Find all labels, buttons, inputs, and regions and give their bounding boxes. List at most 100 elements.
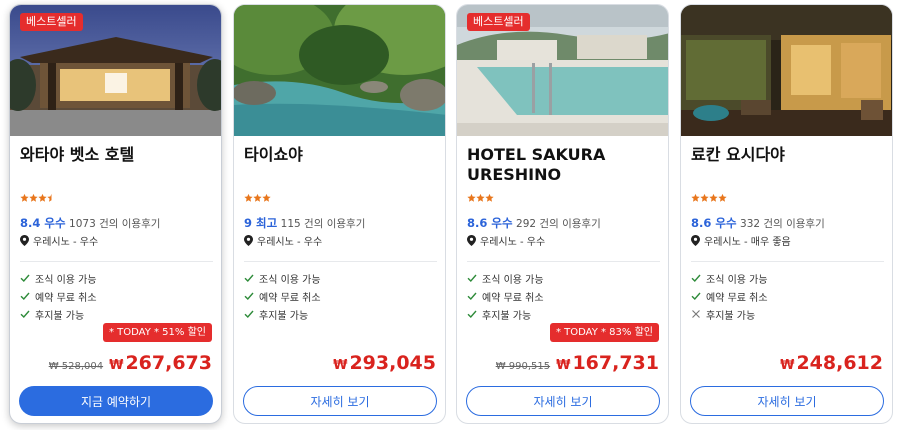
view-details-button[interactable]: 자세히 보기 — [243, 386, 437, 416]
hotel-photo[interactable] — [681, 5, 892, 136]
original-price: ₩ 528,004 — [48, 361, 104, 372]
divider — [467, 261, 660, 262]
deal-badge: * TODAY * 51% 할인 — [102, 323, 212, 342]
review-rating: 9 최고 115 건의 이용후기 — [244, 215, 365, 231]
star-rating — [20, 193, 56, 203]
cross-icon — [692, 310, 700, 318]
check-icon — [244, 310, 254, 319]
feature-item: 조식 이용 가능 — [467, 269, 544, 287]
feature-label: 예약 무료 취소 — [259, 292, 321, 304]
location: 우레시노 - 매우 좋음 — [691, 233, 791, 248]
hotel-name[interactable]: HOTEL SAKURA URESHINO — [467, 145, 663, 185]
check-icon — [467, 274, 477, 283]
review-rating: 8.6 우수 292 건의 이용후기 — [467, 215, 601, 231]
star-half-icon — [47, 193, 52, 202]
view-details-button[interactable]: 자세히 보기 — [466, 386, 660, 416]
star-icon — [709, 193, 718, 202]
currency-symbol: ₩ — [333, 358, 348, 373]
check-icon — [244, 292, 254, 301]
star-icon — [253, 193, 262, 202]
current-price: ₩248,612 — [780, 352, 883, 374]
review-count: 115 건의 이용후기 — [280, 218, 366, 230]
hotel-photo[interactable]: 베스트셀러 — [10, 5, 221, 136]
star-rating — [244, 193, 271, 203]
review-count: 1073 건의 이용후기 — [69, 218, 161, 230]
feature-item: 예약 무료 취소 — [467, 287, 544, 305]
currency-symbol: ₩ — [109, 358, 124, 373]
hotel-card[interactable]: 베스트셀러 HOTEL SAKURA URESHINO 8.6 우수 292 건… — [456, 4, 669, 424]
location: 우레시노 - 우수 — [467, 233, 545, 248]
check-icon — [467, 310, 477, 319]
feature-list: 조식 이용 가능예약 무료 취소후지불 가능 — [691, 269, 768, 323]
location-text: 우레시노 - 우수 — [257, 237, 323, 248]
map-pin-icon — [691, 235, 700, 246]
feature-item: 후지불 가능 — [20, 305, 97, 323]
feature-label: 조식 이용 가능 — [35, 274, 97, 286]
hotel-card[interactable]: 베스트셀러 와타야 벳소 호텔 8.4 우수 1073 건의 이용후기 우레시노… — [9, 4, 222, 424]
check-icon — [467, 292, 477, 301]
feature-label: 후지불 가능 — [706, 310, 756, 322]
hotel-photo[interactable]: 베스트셀러 — [457, 5, 668, 136]
feature-item: 후지불 가능 — [691, 305, 768, 323]
feature-label: 조식 이용 가능 — [482, 274, 544, 286]
price-value: 248,612 — [796, 352, 883, 374]
feature-label: 예약 무료 취소 — [706, 292, 768, 304]
star-icon — [29, 193, 38, 202]
price-value: 267,673 — [125, 352, 212, 374]
book-now-button[interactable]: 지금 예약하기 — [19, 386, 213, 416]
check-icon — [691, 274, 701, 283]
hotel-name[interactable]: 와타야 벳소 호텔 — [20, 145, 216, 165]
feature-label: 예약 무료 취소 — [482, 292, 544, 304]
location: 우레시노 - 우수 — [20, 233, 98, 248]
review-rating: 8.6 우수 332 건의 이용후기 — [691, 215, 825, 231]
review-score: 8.6 우수 — [467, 216, 513, 230]
review-count: 332 건의 이용후기 — [740, 218, 825, 230]
location-text: 우레시노 - 우수 — [480, 237, 546, 248]
hotel-name[interactable]: 료칸 요시다야 — [691, 145, 887, 165]
current-price: ₩167,731 — [556, 352, 659, 374]
feature-item: 조식 이용 가능 — [244, 269, 321, 287]
feature-item: 후지불 가능 — [244, 305, 321, 323]
map-pin-icon — [467, 235, 476, 246]
bestseller-badge: 베스트셀러 — [467, 13, 530, 31]
map-pin-icon — [244, 235, 253, 246]
star-icon — [485, 193, 494, 202]
review-rating: 8.4 우수 1073 건의 이용후기 — [20, 215, 160, 231]
hotel-card[interactable]: 료칸 요시다야 8.6 우수 332 건의 이용후기 우레시노 - 매우 좋음 … — [680, 4, 893, 424]
view-details-button[interactable]: 자세히 보기 — [690, 386, 884, 416]
star-rating — [691, 193, 727, 203]
feature-list: 조식 이용 가능 예약 무료 취소 후지불 가능 — [20, 269, 97, 323]
price-value: 293,045 — [349, 352, 436, 374]
check-icon — [20, 310, 30, 319]
check-icon — [691, 292, 701, 301]
price-row: ₩248,612 — [780, 352, 883, 374]
hotel-card[interactable]: 타이쇼야 9 최고 115 건의 이용후기 우레시노 - 우수 조식 이용 가능… — [233, 4, 446, 424]
feature-item: 조식 이용 가능 — [691, 269, 768, 287]
price-value: 167,731 — [572, 352, 659, 374]
divider — [691, 261, 884, 262]
feature-item: 후지불 가능 — [467, 305, 544, 323]
feature-label: 후지불 가능 — [259, 310, 309, 322]
star-icon — [467, 193, 476, 202]
check-icon — [20, 292, 30, 301]
current-price: ₩267,673 — [109, 352, 212, 374]
review-count: 292 건의 이용후기 — [516, 218, 601, 230]
check-icon — [20, 274, 30, 283]
location: 우레시노 - 우수 — [244, 233, 322, 248]
feature-list: 조식 이용 가능예약 무료 취소 후지불 가능 — [467, 269, 544, 323]
feature-list: 조식 이용 가능예약 무료 취소후지불 가능 — [244, 269, 321, 323]
feature-item: 예약 무료 취소 — [244, 287, 321, 305]
review-score: 8.6 우수 — [691, 216, 737, 230]
star-icon — [262, 193, 271, 202]
star-icon — [244, 193, 253, 202]
hotel-photo[interactable] — [234, 5, 445, 136]
hotel-name[interactable]: 타이쇼야 — [244, 145, 440, 165]
star-icon — [691, 193, 700, 202]
feature-item: 조식 이용 가능 — [20, 269, 97, 287]
check-icon — [244, 274, 254, 283]
divider — [244, 261, 437, 262]
bestseller-badge: 베스트셀러 — [20, 13, 83, 31]
divider — [20, 261, 213, 262]
review-score: 9 최고 — [244, 216, 278, 230]
currency-symbol: ₩ — [556, 358, 571, 373]
